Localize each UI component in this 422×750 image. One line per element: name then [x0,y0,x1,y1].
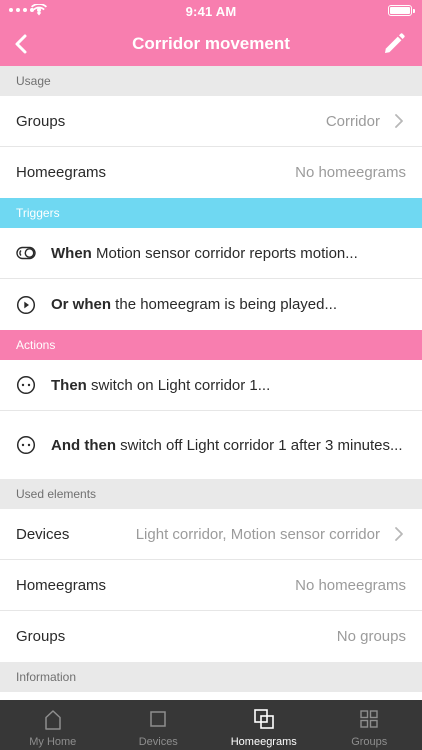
tab-label: Devices [138,736,178,748]
action-row[interactable]: Then switch on Light corridor 1... [0,360,422,411]
section-header-actions: Actions [0,330,422,360]
navigation-bar: Corridor movement [0,22,422,66]
trigger-text: Or when the homeegram is being played... [51,296,337,313]
row-value: Corridor [325,112,380,130]
tab-label: Homeegrams [230,736,297,748]
row-value: No groups [336,628,406,645]
section-header-usage: Usage [0,66,422,96]
row-label: Homeegrams [16,164,107,181]
action-dots-icon [16,435,36,455]
action-row[interactable]: And then switch off Light corridor 1 aft… [0,411,422,479]
tab-devices[interactable]: Devices [106,700,212,750]
tab-label: My Home [29,736,77,748]
device-square-icon [150,711,166,727]
used-groups-row[interactable]: Groups No groups [0,611,422,662]
action-dots-icon [16,375,36,395]
app-header: 9:41 AM Corridor movement [0,0,422,66]
row-label: Homeegrams [16,576,107,594]
usage-homeegrams-row[interactable]: Homeegrams No homeegrams [0,147,422,198]
tab-label: Groups [351,736,388,748]
row-label: Groups [16,628,66,645]
status-time: 9:41 AM [185,4,237,19]
trigger-row[interactable]: Or when the homeegram is being played... [0,279,422,330]
chevron-right-icon [395,114,403,128]
used-devices-row[interactable]: Devices Light corridor, Motion sensor co… [0,509,422,560]
house-icon [45,710,61,730]
row-label: Groups [16,112,66,130]
status-bar: 9:41 AM [0,0,422,22]
usage-groups-row[interactable]: Groups Corridor [0,96,422,147]
tab-groups[interactable]: Groups [317,700,422,750]
tab-homeegrams[interactable]: Homeegrams [211,700,317,750]
pencil-icon[interactable] [380,30,408,58]
row-value: No homeegrams [295,576,406,594]
action-text: Then switch on Light corridor 1... [51,376,271,394]
trigger-text: When Motion sensor corridor reports moti… [51,244,358,262]
section-header-used-elements: Used elements [0,479,422,509]
homeegram-detail: Usage Groups Corridor Homeegrams No home… [0,66,422,700]
row-label: Devices [16,525,70,543]
trigger-row[interactable]: When Motion sensor corridor reports moti… [0,228,422,279]
groups-grid-icon [360,710,378,728]
section-header-triggers: Triggers [0,198,422,228]
section-header-information: Information [0,662,422,692]
tab-bar: My Home Devices Homeegrams Groups [0,700,422,750]
battery-icon [388,5,415,16]
play-circle-icon [16,295,36,314]
tab-my-home[interactable]: My Home [0,700,106,750]
action-text: And then switch off Light corridor 1 aft… [51,436,403,454]
chevron-right-icon [395,527,403,541]
row-value: No homeegrams [295,164,406,181]
toggle-sensor-icon [16,246,36,260]
homeegram-icon [253,709,274,729]
used-homeegrams-row[interactable]: Homeegrams No homeegrams [0,560,422,611]
page-title: Corridor movement [132,34,290,53]
row-value: Light corridor, Motion sensor corridor [135,525,380,543]
